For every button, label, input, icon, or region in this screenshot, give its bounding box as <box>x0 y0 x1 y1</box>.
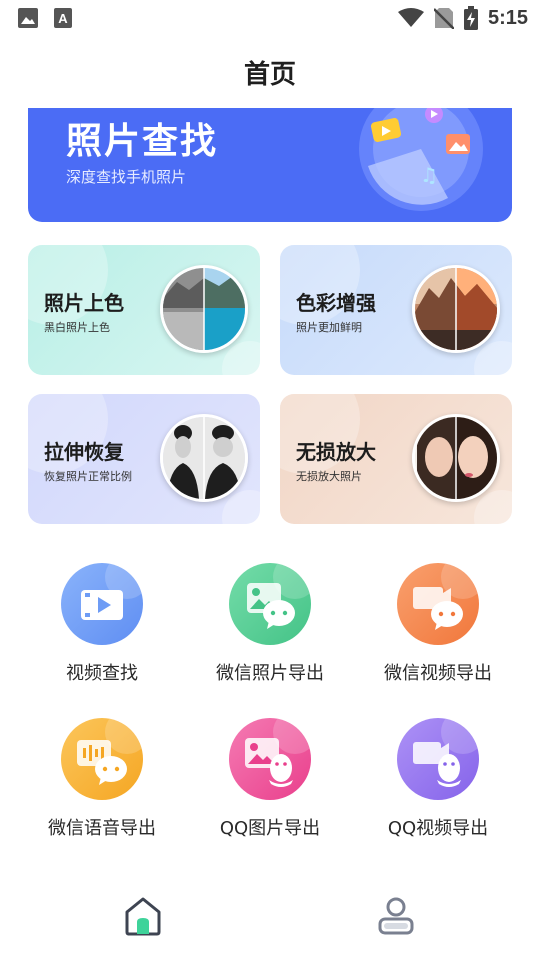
tool-label: QQ视频导出 <box>387 818 489 839</box>
bottom-nav <box>0 880 540 950</box>
colorize-thumbnail <box>160 265 248 353</box>
tool-label: 视频查找 <box>66 663 138 684</box>
video-icon <box>61 563 143 645</box>
text-a-icon: A <box>54 8 72 28</box>
tool-wechat-video-export[interactable]: 微信视频导出 <box>354 563 522 685</box>
feature-title: 无损放大 <box>296 440 376 464</box>
feature-card-enhance[interactable]: 色彩增强 照片更加鲜明 <box>280 245 512 375</box>
tool-qq-video-export[interactable]: QQ视频导出 <box>354 718 522 840</box>
profile-icon <box>378 897 414 935</box>
no-sim-icon <box>433 8 454 29</box>
feature-subtitle: 黑白照片上色 <box>44 321 110 334</box>
tool-label: 微信语音导出 <box>48 818 156 839</box>
wechat-photo-icon <box>229 563 311 645</box>
svg-text:♫: ♫ <box>420 163 438 187</box>
stretch-thumbnail <box>160 414 248 502</box>
tool-label: QQ图片导出 <box>219 818 321 839</box>
svg-text:A: A <box>58 11 68 26</box>
photo-search-banner[interactable]: 照片查找 深度查找手机照片 ♫ <box>28 108 512 222</box>
tool-wechat-voice-export[interactable]: 微信语音导出 <box>18 718 186 840</box>
radar-illustration-icon: ♫ <box>359 108 483 211</box>
tool-label: 微信照片导出 <box>216 663 324 684</box>
banner-subtitle: 深度查找手机照片 <box>66 168 187 186</box>
wechat-video-icon <box>397 563 479 645</box>
nav-home[interactable] <box>121 894 165 938</box>
upscale-thumbnail <box>412 414 500 502</box>
nav-profile[interactable] <box>374 894 418 938</box>
tool-qq-photo-export[interactable]: QQ图片导出 <box>186 718 354 840</box>
feature-card-colorize[interactable]: 照片上色 黑白照片上色 <box>28 245 260 375</box>
feature-subtitle: 照片更加鲜明 <box>296 321 362 334</box>
wechat-voice-icon <box>61 718 143 800</box>
status-bar: A 5:15 <box>0 0 540 36</box>
enhance-thumbnail <box>412 265 500 353</box>
clock-time: 5:15 <box>487 6 528 29</box>
tool-label: 微信视频导出 <box>384 663 492 684</box>
feature-subtitle: 恢复照片正常比例 <box>44 470 132 483</box>
feature-title: 拉伸恢复 <box>44 440 124 464</box>
feature-title: 色彩增强 <box>296 291 376 315</box>
banner-title: 照片查找 <box>66 121 219 162</box>
tool-video-search[interactable]: 视频查找 <box>18 563 186 685</box>
battery-charging-icon <box>463 6 478 30</box>
feature-title: 照片上色 <box>44 291 124 315</box>
image-icon <box>18 8 38 28</box>
qq-photo-icon <box>229 718 311 800</box>
wifi-icon <box>397 8 424 27</box>
qq-video-icon <box>397 718 479 800</box>
tool-wechat-photo-export[interactable]: 微信照片导出 <box>186 563 354 685</box>
feature-card-lossless-upscale[interactable]: 无损放大 无损放大照片 <box>280 394 512 524</box>
home-icon <box>125 897 161 936</box>
feature-card-stretch-restore[interactable]: 拉伸恢复 恢复照片正常比例 <box>28 394 260 524</box>
feature-subtitle: 无损放大照片 <box>296 470 362 483</box>
page-title: 首页 <box>243 60 296 90</box>
